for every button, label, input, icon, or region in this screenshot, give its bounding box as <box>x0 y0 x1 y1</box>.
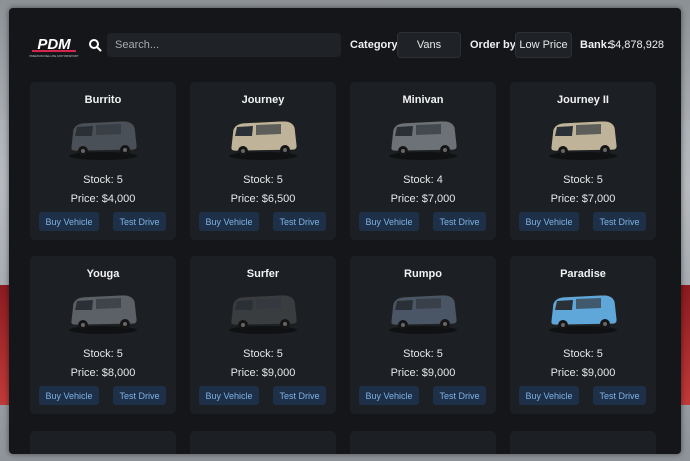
vehicle-image <box>69 294 138 334</box>
vehicle-card: Journey II Stock: 5 Price: $7,000 Buy Vehic… <box>510 82 656 240</box>
vehicle-card: Paradise Stock: 5 Price: $9,000 Buy Vehicle… <box>510 256 656 414</box>
vehicle-name: Surfer <box>246 268 280 280</box>
category-select[interactable]: Vans <box>397 32 461 58</box>
vehicle-card-partial <box>30 431 176 454</box>
order-value: Low Price <box>519 39 568 51</box>
vehicle-price: Price: $9,000 <box>390 367 456 379</box>
category-label: Category: <box>350 39 402 51</box>
buy-vehicle-button[interactable]: Buy Vehicle <box>39 212 99 231</box>
vehicle-card: Minivan Stock: 4 Price: $7,000 Buy Vehicle T… <box>350 82 496 240</box>
search-icon[interactable] <box>88 38 102 52</box>
vehicle-card: Youga Stock: 5 Price: $8,000 Buy Vehicle Tes… <box>30 256 176 414</box>
buy-vehicle-button[interactable]: Buy Vehicle <box>39 386 99 405</box>
logo-subtext: PREMIUM DELUXE MOTORSPORT <box>29 54 78 58</box>
buy-vehicle-button[interactable]: Buy Vehicle <box>199 386 259 405</box>
vehicle-name: Paradise <box>560 268 606 280</box>
test-drive-button[interactable]: Test Drive <box>273 212 326 231</box>
vehicle-card-partial <box>190 431 336 454</box>
vehicle-price: Price: $7,000 <box>390 193 456 205</box>
logo-stripe <box>32 50 76 52</box>
vehicle-price: Price: $8,000 <box>70 367 136 379</box>
test-drive-button[interactable]: Test Drive <box>433 386 486 405</box>
buy-vehicle-button[interactable]: Buy Vehicle <box>359 212 419 231</box>
bank-balance: $4,878,928 <box>609 39 665 51</box>
vehicle-image <box>549 294 618 334</box>
dealership-panel: PDM PREMIUM DELUXE MOTORSPORT Category: … <box>9 8 681 454</box>
order-label: Order by: <box>470 39 520 51</box>
vehicle-card: Journey Stock: 5 Price: $6,500 Buy Vehicle T… <box>190 82 336 240</box>
vehicle-price: Price: $7,000 <box>550 193 616 205</box>
vehicle-stock: Stock: 5 <box>243 174 283 186</box>
search-input[interactable] <box>107 33 341 57</box>
test-drive-button[interactable]: Test Drive <box>593 212 646 231</box>
buy-vehicle-button[interactable]: Buy Vehicle <box>199 212 259 231</box>
test-drive-button[interactable]: Test Drive <box>433 212 486 231</box>
order-select[interactable]: Low Price <box>515 32 572 58</box>
vehicle-image <box>389 120 458 160</box>
buy-vehicle-button[interactable]: Buy Vehicle <box>359 386 419 405</box>
vehicle-name: Minivan <box>402 94 444 106</box>
vehicle-card-partial <box>510 431 656 454</box>
vehicle-price: Price: $6,500 <box>230 193 296 205</box>
test-drive-button[interactable]: Test Drive <box>273 386 326 405</box>
vehicle-card: Burrito Stock: 5 Price: $4,000 Buy Vehicle T… <box>30 82 176 240</box>
vehicle-price: Price: $9,000 <box>230 367 296 379</box>
vehicle-name: Journey II <box>557 94 609 106</box>
vehicle-image <box>229 120 298 160</box>
vehicle-price: Price: $9,000 <box>550 367 616 379</box>
vehicle-stock: Stock: 5 <box>83 348 123 360</box>
test-drive-button[interactable]: Test Drive <box>593 386 646 405</box>
vehicle-image <box>229 294 298 334</box>
vehicle-card-partial <box>350 431 496 454</box>
vehicle-name: Burrito <box>84 94 122 106</box>
test-drive-button[interactable]: Test Drive <box>113 212 166 231</box>
vehicle-name: Journey <box>241 94 285 106</box>
vehicle-stock: Stock: 5 <box>243 348 283 360</box>
test-drive-button[interactable]: Test Drive <box>113 386 166 405</box>
buy-vehicle-button[interactable]: Buy Vehicle <box>519 212 579 231</box>
vehicle-stock: Stock: 4 <box>403 174 443 186</box>
vehicle-image <box>69 120 138 160</box>
category-value: Vans <box>416 39 442 51</box>
vehicle-name: Rumpo <box>404 268 442 280</box>
vehicle-name: Youga <box>86 268 120 280</box>
bank-label: Bank: <box>580 39 611 51</box>
vehicle-stock: Stock: 5 <box>83 174 123 186</box>
vehicle-image <box>389 294 458 334</box>
vehicle-card: Rumpo Stock: 5 Price: $9,000 Buy Vehicle Tes… <box>350 256 496 414</box>
vehicle-stock: Stock: 5 <box>403 348 443 360</box>
vehicle-price: Price: $4,000 <box>70 193 136 205</box>
vehicle-image <box>549 120 618 160</box>
vehicle-stock: Stock: 5 <box>563 174 603 186</box>
buy-vehicle-button[interactable]: Buy Vehicle <box>519 386 579 405</box>
vehicle-card: Surfer Stock: 5 Price: $9,000 Buy Vehicle Te… <box>190 256 336 414</box>
vehicle-stock: Stock: 5 <box>563 348 603 360</box>
pdm-logo: PDM PREMIUM DELUXE MOTORSPORT <box>29 36 78 58</box>
